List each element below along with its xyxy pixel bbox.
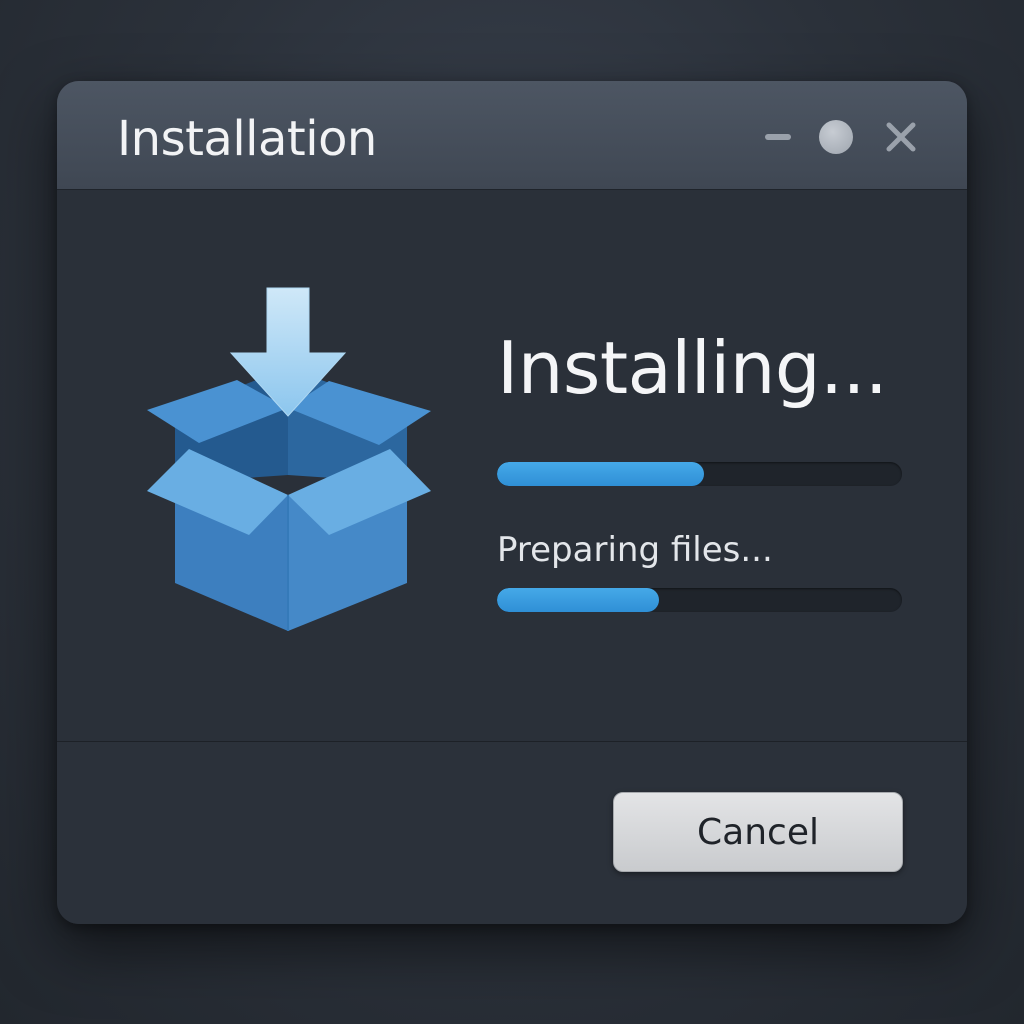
title-bar[interactable]: Installation	[57, 81, 967, 190]
window-title: Installation	[117, 111, 377, 167]
circle-icon	[819, 120, 853, 154]
install-heading: Installing...	[497, 326, 888, 410]
step-progress-fill	[497, 588, 659, 612]
maximize-button[interactable]	[818, 119, 854, 155]
overall-progress-bar	[497, 462, 902, 486]
overall-progress-fill	[497, 462, 704, 486]
cancel-button[interactable]: Cancel	[613, 792, 903, 872]
box-download-icon	[147, 287, 431, 631]
close-icon	[886, 122, 916, 152]
status-text: Preparing files...	[497, 530, 773, 570]
step-progress-bar	[497, 588, 902, 612]
footer: Cancel	[57, 741, 967, 924]
minimize-icon	[765, 134, 791, 140]
minimize-button[interactable]	[763, 119, 793, 155]
close-button[interactable]	[883, 119, 919, 155]
installer-window: Installation Installing... Preparing fil…	[57, 81, 967, 924]
